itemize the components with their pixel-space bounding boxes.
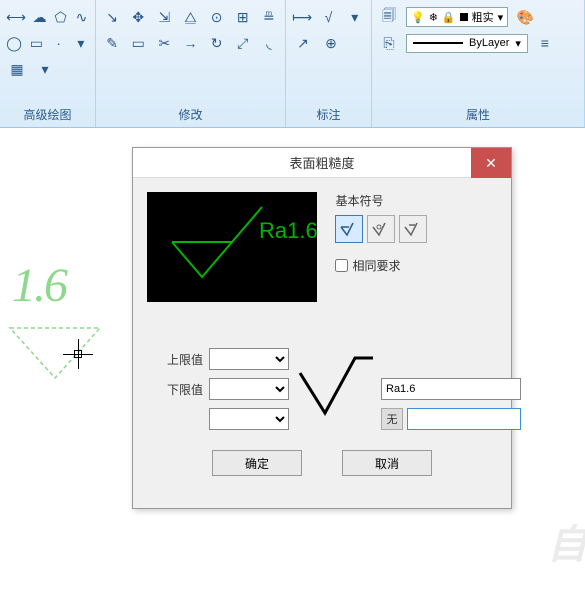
same-req-checkbox[interactable] (335, 259, 348, 272)
canvas-text: 1.6 (12, 258, 66, 313)
tolerance-icon[interactable]: ⊕ (320, 32, 342, 54)
move-icon[interactable]: ↘ (102, 6, 122, 28)
value-input[interactable] (381, 378, 521, 400)
roughness-dialog: 表面粗糙度 ✕ Ra1.6 基本符号 (132, 147, 512, 509)
close-icon: ✕ (485, 155, 497, 172)
color-wheel-icon[interactable]: 🎨 (514, 6, 536, 28)
lineweight-combo[interactable]: 💡❄🔒 粗实▾ (406, 7, 508, 27)
none-button[interactable]: 无 (381, 408, 403, 430)
cancel-button[interactable]: 取消 (342, 450, 432, 476)
select-icon[interactable]: ▭ (128, 32, 148, 54)
cloud-icon[interactable]: ☁ (32, 6, 47, 28)
ribbon: ⟷ ☁ ⬠ ∿ ◯ ▭ · ▾ ▦ ▾ 高级绘图 ↘ ✥ ⇲ ⧋ (0, 0, 585, 128)
dim-more-icon[interactable]: ▾ (345, 6, 365, 28)
lineweight-label: 粗实 (472, 9, 494, 25)
dialog-title-bar: 表面粗糙度 ✕ (133, 148, 511, 178)
same-req-label: 相同要求 (352, 257, 400, 274)
offset-icon[interactable]: ⊙ (207, 6, 227, 28)
ribbon-group-label: 标注 (292, 102, 365, 127)
match-icon[interactable]: ⎘ (378, 32, 400, 54)
leader-icon[interactable]: ↗ (292, 32, 314, 54)
lower-label: 下限值 (153, 381, 203, 398)
preview-text: Ra1.6 (259, 218, 317, 243)
mirror-icon[interactable]: ⧋ (180, 6, 200, 28)
ellipse-icon[interactable]: ◯ (6, 32, 22, 54)
rotate-icon[interactable]: ↻ (207, 32, 227, 54)
linear-dim-icon[interactable]: ⟼ (292, 6, 312, 28)
ok-button[interactable]: 确定 (212, 450, 302, 476)
dialog-title: 表面粗糙度 (289, 153, 354, 172)
roughness-icon[interactable]: √ (318, 6, 338, 28)
more-icon[interactable]: ▾ (34, 58, 56, 80)
polyline-icon[interactable]: ⟷ (6, 6, 26, 28)
form-symbol-preview (295, 353, 375, 426)
stretch-icon[interactable]: ⇲ (154, 6, 174, 28)
symbol-section-label: 基本符号 (335, 192, 427, 209)
lower-combo[interactable] (209, 378, 289, 400)
dropdown-icon[interactable]: ▾ (73, 32, 89, 54)
region-icon[interactable]: ▦ (6, 58, 28, 80)
symbol-basic-button[interactable] (335, 215, 363, 243)
linetype-combo[interactable]: ByLayer▾ (406, 34, 528, 53)
symbol-keep-button[interactable] (399, 215, 427, 243)
point-icon[interactable]: · (51, 32, 67, 54)
fillet-icon[interactable]: ◟ (259, 32, 279, 54)
ribbon-group-label: 属性 (378, 102, 578, 127)
preview-panel: Ra1.6 (147, 192, 317, 302)
method-combo[interactable] (209, 408, 289, 430)
lw-icon[interactable]: ≡ (534, 32, 556, 54)
symbol-remove-button[interactable] (367, 215, 395, 243)
upper-label: 上限值 (153, 351, 203, 368)
watermark: 自 (547, 512, 585, 570)
copy-icon[interactable]: ✥ (128, 6, 148, 28)
upper-combo[interactable] (209, 348, 289, 370)
canvas-roughness-symbol (5, 323, 105, 393)
scale-icon[interactable]: ⤢ (233, 32, 253, 54)
array-icon[interactable]: ⊞ (233, 6, 253, 28)
layer-icon[interactable]: 🗐 (378, 6, 400, 28)
extra-input[interactable] (407, 408, 521, 430)
extend-icon[interactable]: → (180, 32, 200, 54)
trim-icon[interactable]: ✂ (154, 32, 174, 54)
erase-icon[interactable]: ✎ (102, 32, 122, 54)
close-button[interactable]: ✕ (471, 148, 511, 178)
rectangle-icon[interactable]: ▭ (28, 32, 44, 54)
pentagon-icon[interactable]: ⬠ (53, 6, 68, 28)
ribbon-group-label: 修改 (102, 102, 279, 127)
align-icon[interactable]: ≞ (259, 6, 279, 28)
bylayer-label: ByLayer (469, 37, 509, 49)
spline-icon[interactable]: ∿ (74, 6, 89, 28)
ribbon-group-label: 高级绘图 (6, 102, 89, 127)
